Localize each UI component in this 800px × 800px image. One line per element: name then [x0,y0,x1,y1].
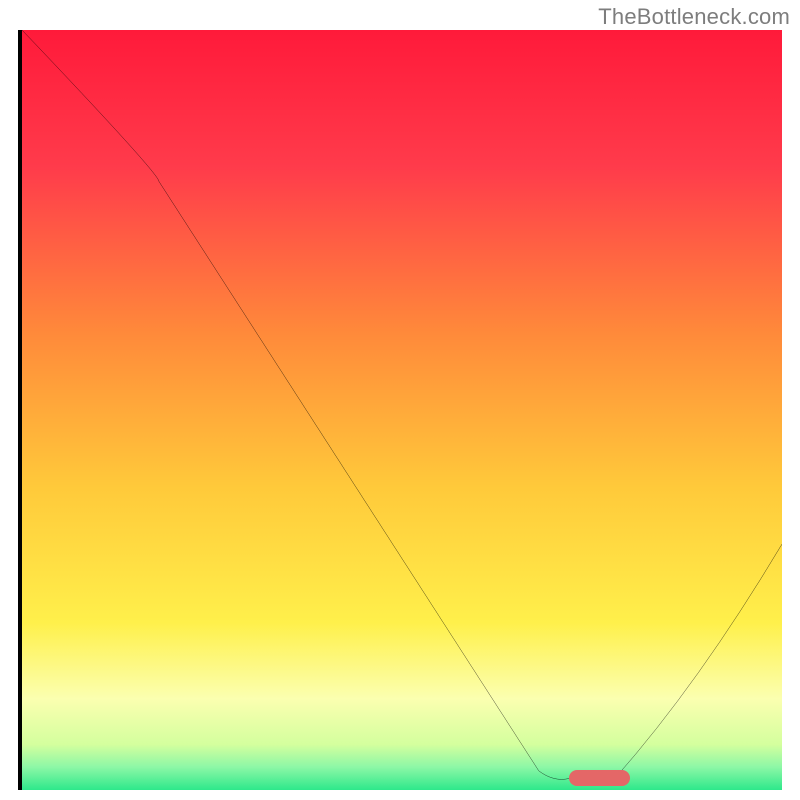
bottleneck-curve [22,30,782,786]
chart-area [18,30,782,790]
optimal-range-marker [569,770,630,786]
watermark-text: TheBottleneck.com [598,4,790,30]
